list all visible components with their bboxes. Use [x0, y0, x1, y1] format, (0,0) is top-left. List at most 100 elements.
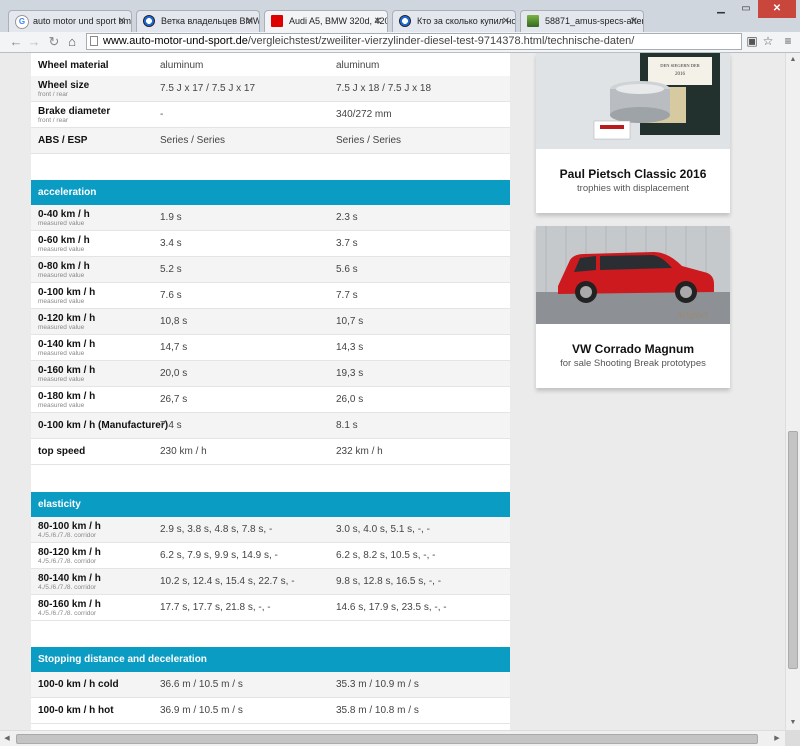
scroll-up-arrow-icon[interactable]: ▲: [786, 53, 800, 67]
teaser-title[interactable]: Paul Pietsch Classic 2016: [536, 167, 730, 181]
row-label: 0-100 km / h (Manufacturer): [38, 420, 169, 431]
table-row: 0-180 km / h measured value 26,7 s 26,0 …: [31, 387, 510, 413]
row-label: 100-0 km / h cold: [38, 679, 119, 690]
row-label: 80-160 km / h: [38, 599, 101, 610]
row-sublabel: 4./5./6./7./8. corridor: [38, 558, 97, 565]
row-sublabel: measured value: [38, 376, 85, 383]
home-icon[interactable]: ⌂: [64, 33, 80, 51]
value-car-2: 3.0 s, 4.0 s, 5.1 s, -, -: [336, 524, 430, 535]
teaser-card-vw-corrado[interactable]: AvSport VW Corrado Magnum for sale Shoot…: [536, 226, 730, 388]
value-car-2: Series / Series: [336, 135, 402, 146]
section-title: Stopping distance and deceleration: [38, 654, 207, 665]
value-car-1: 10.2 s, 12.4 s, 15.4 s, 22.7 s, -: [160, 576, 295, 587]
forward-arrow-icon[interactable]: →: [26, 33, 42, 51]
value-car-2: 6.2 s, 8.2 s, 10.5 s, -, -: [336, 550, 436, 561]
table-row: 100-0 km / h hot 36.9 m / 10.5 m / s 35.…: [31, 698, 510, 724]
value-car-2: aluminum: [336, 60, 380, 71]
scroll-right-arrow-icon[interactable]: ▶: [770, 732, 784, 746]
tab-5[interactable]: 58871_amus-specs-after ✕: [520, 10, 644, 32]
value-car-1: 36.6 m / 10.5 m / s: [160, 679, 243, 690]
row-label: Wheel material: [38, 60, 109, 71]
red-car-image: AvSport: [536, 226, 730, 324]
address-bar[interactable]: www.auto-motor-und-sport.de/vergleichste…: [86, 33, 742, 50]
row-sublabel: measured value: [38, 402, 85, 409]
translate-icon[interactable]: ▣: [744, 33, 760, 51]
close-tab-icon[interactable]: ✕: [630, 11, 638, 32]
row-sublabel: measured value: [38, 298, 85, 305]
row-label: 80-120 km / h: [38, 547, 101, 558]
row-sublabel: front / rear: [38, 91, 68, 98]
menu-icon[interactable]: ≡: [780, 33, 796, 51]
horizontal-scroll-thumb[interactable]: [16, 734, 758, 744]
scroll-down-arrow-icon[interactable]: ▼: [786, 716, 800, 730]
close-tab-icon[interactable]: ✕: [374, 11, 382, 32]
spec-table: Wheel material aluminum aluminum Wheel s…: [31, 53, 510, 730]
value-car-1: 10,8 s: [160, 316, 188, 327]
maximize-icon[interactable]: ▭: [734, 0, 758, 18]
reload-icon[interactable]: ↻: [46, 33, 62, 51]
row-label: 80-140 km / h: [38, 573, 101, 584]
table-row: ABS / ESP Series / Series Series / Serie…: [31, 128, 510, 154]
teaser-card-paul-pietsch[interactable]: DEN SIEGERN DER 2016 Paul Pietsch Classi…: [536, 53, 730, 213]
watermark-text: AvSport: [675, 310, 708, 321]
table-row: 0-80 km / h measured value 5.2 s 5.6 s: [31, 257, 510, 283]
value-car-2: 340/272 mm: [336, 109, 392, 120]
value-car-1: 2.9 s, 3.8 s, 4.8 s, 7.8 s, -: [160, 524, 273, 535]
value-car-2: 35.3 m / 10.9 m / s: [336, 679, 419, 690]
table-row: 0-140 km / h measured value 14,7 s 14,3 …: [31, 335, 510, 361]
value-car-2: 5.6 s: [336, 264, 358, 275]
close-tab-icon[interactable]: ✕: [118, 11, 126, 32]
row-label: 0-60 km / h: [38, 235, 90, 246]
value-car-2: 2.3 s: [336, 212, 358, 223]
horizontal-scrollbar[interactable]: ◀ ▶: [0, 730, 785, 746]
row-label: 0-180 km / h: [38, 391, 96, 402]
toolbar: ← → ↻ ⌂ www.auto-motor-und-sport.de/verg…: [0, 32, 800, 53]
teaser-description: trophies with displacement: [577, 183, 689, 194]
url-path: /vergleichstest/zweiliter-vierzylinder-d…: [247, 35, 635, 47]
close-tab-icon[interactable]: ✕: [246, 11, 254, 32]
table-row: 0-60 km / h measured value 3.4 s 3.7 s: [31, 231, 510, 257]
table-row: 0-120 km / h measured value 10,8 s 10,7 …: [31, 309, 510, 335]
row-label: 0-100 km / h: [38, 287, 96, 298]
close-tab-icon[interactable]: ✕: [502, 11, 510, 32]
google-favicon-icon: G: [15, 15, 29, 29]
table-row: 0-40 km / h measured value 1.9 s 2.3 s: [31, 205, 510, 231]
value-car-1: 20,0 s: [160, 368, 188, 379]
trophy-image: DEN SIEGERN DER 2016: [536, 53, 730, 149]
table-row: Wheel size front / rear 7.5 J x 17 / 7.5…: [31, 76, 510, 102]
scroll-left-arrow-icon[interactable]: ◀: [0, 732, 14, 746]
tab-3-active[interactable]: Audi A5, BMW 320d, 420d ✕: [264, 10, 388, 32]
value-car-2: 10,7 s: [336, 316, 364, 327]
vertical-scrollbar[interactable]: ▲ ▼: [785, 53, 800, 730]
window-close-icon[interactable]: ✕: [758, 0, 796, 18]
teaser-description: for sale Shooting Break prototypes: [560, 358, 706, 369]
value-car-1: 1.9 s: [160, 212, 182, 223]
back-arrow-icon[interactable]: ←: [8, 33, 24, 51]
url-domain: www.auto-motor-und-sport.de: [103, 35, 248, 47]
value-car-1: Series / Series: [160, 135, 226, 146]
vertical-scroll-thumb[interactable]: [788, 431, 798, 669]
row-sublabel: measured value: [38, 246, 85, 253]
row-sublabel: measured value: [38, 272, 85, 279]
row-label: ABS / ESP: [38, 135, 88, 146]
value-car-2: 7.5 J x 18 / 7.5 J x 18: [336, 83, 432, 94]
tab-4[interactable]: Кто за сколько купил ной ✕: [392, 10, 516, 32]
row-label: Wheel size: [38, 80, 90, 91]
value-car-1: aluminum: [160, 60, 204, 71]
value-car-1: 26,7 s: [160, 394, 188, 405]
bookmark-star-icon[interactable]: ☆: [760, 33, 776, 51]
row-sublabel: front / rear: [38, 117, 68, 124]
value-car-2: 9.8 s, 12.8 s, 16.5 s, -, -: [336, 576, 442, 587]
value-car-1: 3.4 s: [160, 238, 182, 249]
value-car-2: 19,3 s: [336, 368, 364, 379]
row-sublabel: 4./5./6./7./8. corridor: [38, 610, 97, 617]
value-car-2: 7.7 s: [336, 290, 358, 301]
row-label: top speed: [38, 446, 86, 457]
svg-text:2016: 2016: [675, 72, 686, 77]
teaser-title[interactable]: VW Corrado Magnum: [536, 342, 730, 356]
tab-1[interactable]: G auto motor und sport bmw ✕: [8, 10, 132, 32]
value-car-2: 26,0 s: [336, 394, 364, 405]
minimize-icon[interactable]: ▁: [708, 0, 734, 18]
section-title: elasticity: [38, 499, 81, 510]
tab-2[interactable]: Ветка владельцев BMW 3 ✕: [136, 10, 260, 32]
